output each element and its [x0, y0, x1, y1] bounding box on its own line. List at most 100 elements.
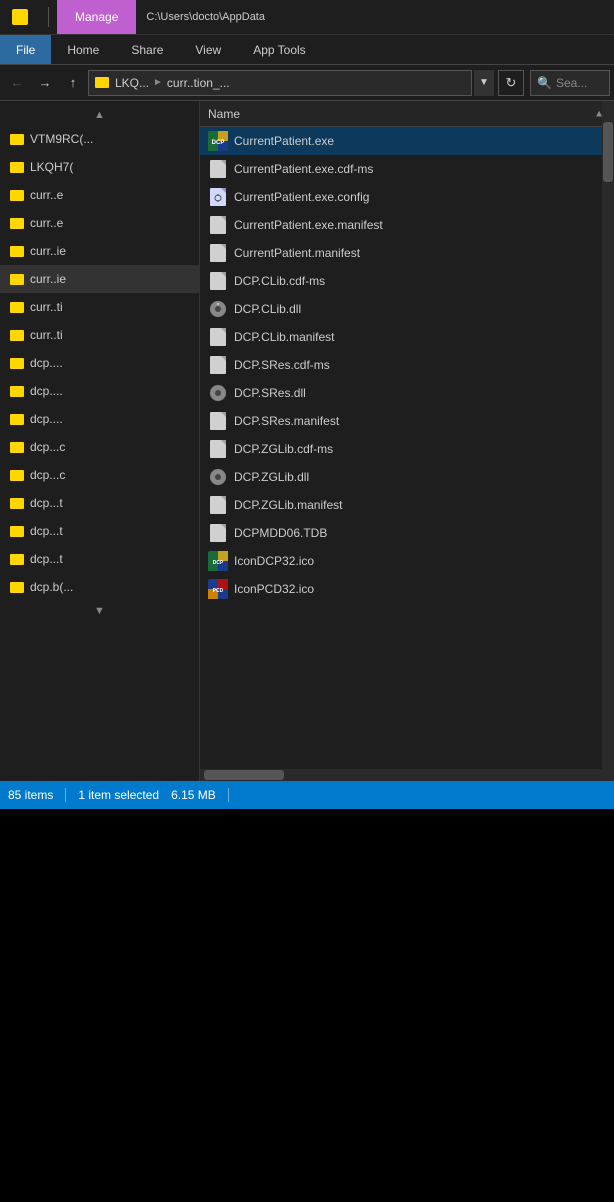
sidebar-item-label-6: curr..ti [30, 300, 63, 314]
tab-apptools[interactable]: App Tools [237, 35, 321, 64]
tab-view[interactable]: View [179, 35, 237, 64]
breadcrumb-part1: LKQ... [115, 76, 149, 90]
file-item-16[interactable]: PCD IconPCD32.ico [200, 575, 614, 603]
file-icon-15: DCP [208, 551, 228, 571]
file-item-8[interactable]: DCP.SRes.cdf-ms [200, 351, 614, 379]
breadcrumb-bar[interactable]: LKQ... ► curr..tion_... [88, 70, 472, 96]
sidebar-item-label-11: dcp...c [30, 440, 65, 454]
file-item-13[interactable]: DCP.ZGLib.manifest [200, 491, 614, 519]
tab-file-label: File [16, 43, 35, 57]
sidebar-item-label-7: curr..ti [30, 328, 63, 342]
title-path-text: C:\Users\docto\AppData [146, 11, 265, 23]
sidebar-item-label-2: curr..e [30, 188, 63, 202]
sidebar-item-8[interactable]: dcp.... [0, 349, 199, 377]
file-name-11: DCP.ZGLib.cdf-ms [234, 442, 333, 456]
file-name-9: DCP.SRes.dll [234, 386, 306, 400]
file-icon-8 [208, 355, 228, 375]
folder-icon [10, 414, 24, 425]
file-item-1[interactable]: CurrentPatient.exe.cdf-ms [200, 155, 614, 183]
file-item-14[interactable]: DCPMDD06.TDB [200, 519, 614, 547]
folder-icon [10, 162, 24, 173]
file-item-15[interactable]: DCP IconDCP32.ico [200, 547, 614, 575]
file-icon-1 [208, 159, 228, 179]
ribbon: File Home Share View App Tools [0, 35, 614, 65]
sidebar-item-13[interactable]: dcp...t [0, 489, 199, 517]
up-button[interactable]: ↑ [60, 70, 86, 96]
folder-icon [10, 246, 24, 257]
sidebar-item-12[interactable]: dcp...c [0, 461, 199, 489]
search-placeholder: Sea... [556, 76, 587, 90]
title-bar: Manage C:\Users\docto\AppData [0, 0, 614, 35]
folder-icon [10, 274, 24, 285]
file-item-11[interactable]: DCP.ZGLib.cdf-ms [200, 435, 614, 463]
file-icon-14 [208, 523, 228, 543]
tab-home[interactable]: Home [51, 35, 115, 64]
file-name-0: CurrentPatient.exe [234, 134, 334, 148]
tab-share[interactable]: Share [115, 35, 179, 64]
tab-file[interactable]: File [0, 35, 51, 64]
tab-apptools-label: App Tools [253, 43, 305, 57]
file-item-12[interactable]: DCP.ZGLib.dll [200, 463, 614, 491]
file-item-3[interactable]: CurrentPatient.exe.manifest [200, 211, 614, 239]
manage-tab[interactable]: Manage [57, 0, 136, 34]
sidebar-item-0[interactable]: VTM9RC(... [0, 125, 199, 153]
file-item-5[interactable]: DCP.CLib.cdf-ms [200, 267, 614, 295]
generic-file-icon [210, 496, 226, 514]
file-name-4: CurrentPatient.manifest [234, 246, 360, 260]
scrollbar-v-thumb[interactable] [603, 122, 613, 182]
file-icon-9 [208, 383, 228, 403]
sidebar-item-7[interactable]: curr..ti [0, 321, 199, 349]
file-item-2[interactable]: CurrentPatient.exe.config [200, 183, 614, 211]
generic-file-icon [210, 328, 226, 346]
sidebar-item-6[interactable]: curr..ti [0, 293, 199, 321]
sidebar-item-14[interactable]: dcp...t [0, 517, 199, 545]
file-item-9[interactable]: DCP.SRes.dll [200, 379, 614, 407]
sidebar-item-16[interactable]: dcp.b(... [0, 573, 199, 601]
breadcrumb-dropdown-button[interactable]: ▼ [474, 70, 494, 96]
file-icon-13 [208, 495, 228, 515]
file-name-3: CurrentPatient.exe.manifest [234, 218, 383, 232]
sidebar-scroll-down[interactable]: ▼ [0, 601, 199, 621]
forward-button[interactable]: → [32, 70, 58, 96]
svg-text:DCP: DCP [213, 560, 224, 566]
file-icon-12 [208, 467, 228, 487]
sidebar-scroll-up[interactable]: ▲ [0, 105, 199, 125]
status-separator-1 [65, 788, 66, 802]
sidebar-item-5[interactable]: curr..ie [0, 265, 199, 293]
sidebar-item-1[interactable]: LKQH7( [0, 153, 199, 181]
generic-file-icon [210, 356, 226, 374]
vertical-scrollbar[interactable] [602, 101, 614, 781]
file-item-7[interactable]: DCP.CLib.manifest [200, 323, 614, 351]
file-icon-7 [208, 327, 228, 347]
config-file-icon [210, 188, 226, 206]
sidebar-item-15[interactable]: dcp...t [0, 545, 199, 573]
sidebar-item-label-3: curr..e [30, 216, 63, 230]
file-item-6[interactable]: ⚙ DCP.CLib.dll [200, 295, 614, 323]
file-item-4[interactable]: CurrentPatient.manifest [200, 239, 614, 267]
sidebar-item-9[interactable]: dcp.... [0, 377, 199, 405]
dcp-ico-icon: DCP [208, 551, 228, 571]
svg-text:PCD: PCD [213, 588, 224, 594]
sidebar-item-label-15: dcp...t [30, 552, 63, 566]
file-icon-5 [208, 271, 228, 291]
breadcrumb-arrow-1: ► [153, 77, 163, 88]
file-item-0[interactable]: DCP CurrentPatient.exe [200, 127, 614, 155]
search-bar[interactable]: 🔍 Sea... [530, 70, 610, 96]
sidebar-item-label-5: curr..ie [30, 272, 66, 286]
sidebar-item-4[interactable]: curr..ie [0, 237, 199, 265]
scrollbar-h-thumb[interactable] [204, 770, 284, 780]
status-separator-2 [228, 788, 229, 802]
sidebar-item-10[interactable]: dcp.... [0, 405, 199, 433]
horizontal-scrollbar[interactable] [200, 769, 602, 781]
file-item-10[interactable]: DCP.SRes.manifest [200, 407, 614, 435]
file-icon-11 [208, 439, 228, 459]
folder-icon [10, 218, 24, 229]
back-button[interactable]: ← [4, 70, 30, 96]
sidebar-item-3[interactable]: curr..e [0, 209, 199, 237]
folder-icon [10, 498, 24, 509]
sidebar-item-2[interactable]: curr..e [0, 181, 199, 209]
sidebar-item-11[interactable]: dcp...c [0, 433, 199, 461]
sidebar-item-label-1: LKQH7( [30, 160, 73, 174]
sidebar-item-label-4: curr..ie [30, 244, 66, 258]
refresh-button[interactable]: ↻ [498, 70, 524, 96]
